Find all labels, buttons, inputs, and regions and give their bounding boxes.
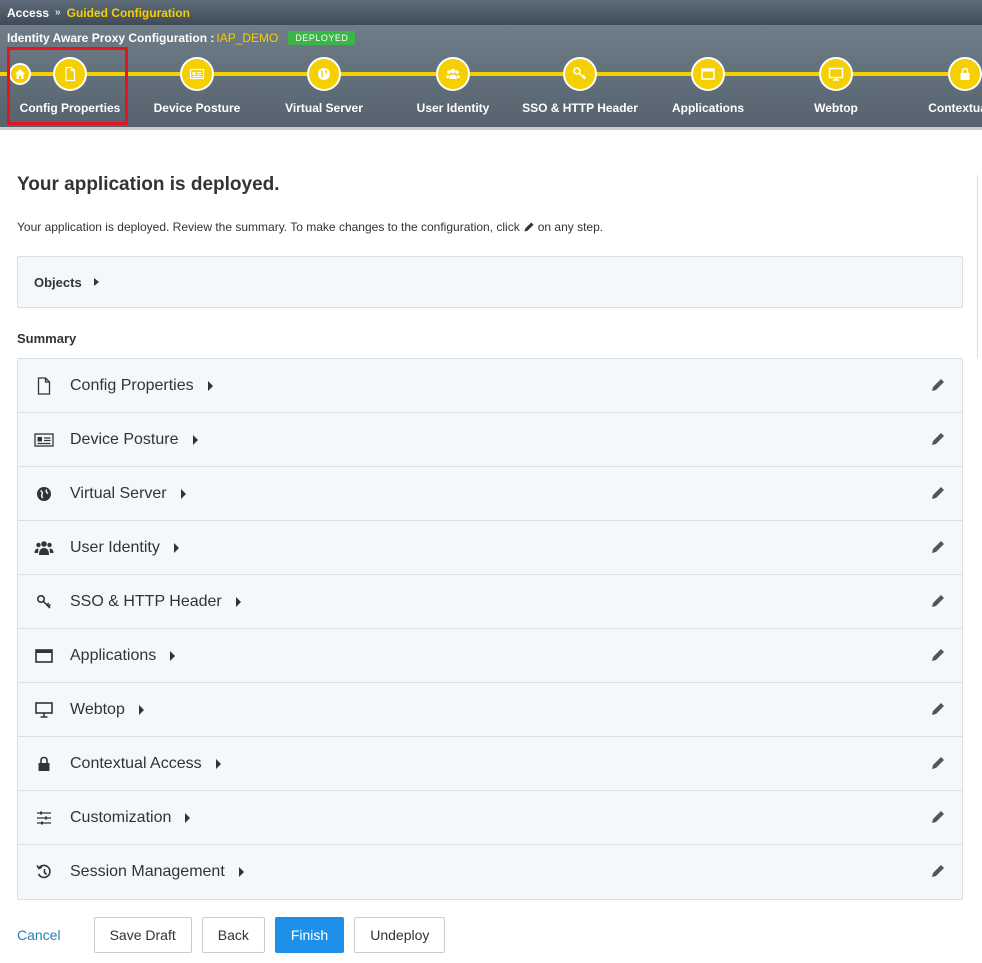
users-icon [34, 538, 54, 558]
pencil-icon[interactable] [930, 755, 946, 771]
summary-row-label: Customization [70, 808, 172, 826]
pencil-icon[interactable] [930, 863, 946, 879]
caret-right-icon [180, 488, 186, 499]
wizard-title: Identity Aware Proxy Configuration : IAP… [7, 31, 356, 45]
wizard-step-contextual-access[interactable]: Contextual A [895, 57, 982, 115]
summary-list: Config Properties Device Posture Virtual… [17, 358, 963, 900]
summary-row-label: SSO & HTTP Header [70, 592, 222, 610]
caret-right-icon [173, 542, 179, 553]
description-text-end: on any step. [537, 220, 604, 234]
globe-icon [307, 57, 341, 91]
wizard-title-text: Identity Aware Proxy Configuration : [7, 31, 215, 45]
pencil-icon[interactable] [930, 701, 946, 717]
key-icon [34, 592, 54, 612]
window-icon [34, 646, 54, 666]
globe-icon [34, 484, 54, 504]
summary-row-label: Virtual Server [70, 484, 167, 502]
caret-right-icon [138, 704, 144, 715]
id-card-icon [180, 57, 214, 91]
caret-right-icon [170, 650, 176, 661]
summary-row-label: Config Properties [70, 376, 194, 394]
summary-row-label: Applications [70, 646, 157, 664]
lock-icon [948, 57, 982, 91]
summary-row-webtop[interactable]: Webtop [18, 683, 962, 737]
footer-actions: Cancel Save Draft Back Finish Undeploy [17, 917, 455, 953]
wizard-step-label: User Identity [416, 101, 490, 115]
caret-right-icon [215, 758, 221, 769]
caret-right-icon [185, 812, 191, 823]
breadcrumb-separator: » [55, 7, 61, 18]
summary-row-session-management[interactable]: Session Management [18, 845, 962, 899]
save-draft-button[interactable]: Save Draft [93, 917, 192, 953]
sliders-icon [34, 808, 54, 828]
pencil-icon[interactable] [930, 377, 946, 393]
pencil-icon[interactable] [930, 809, 946, 825]
wizard-step-label: SSO & HTTP Header [522, 101, 638, 115]
wizard-step-applications[interactable]: Applications [638, 57, 778, 115]
summary-row-sso-http-header[interactable]: SSO & HTTP Header [18, 575, 962, 629]
caret-right-icon [192, 434, 198, 445]
page-description: Your application is deployed. Review the… [17, 220, 963, 234]
summary-row-contextual-access[interactable]: Contextual Access [18, 737, 962, 791]
cancel-link[interactable]: Cancel [17, 927, 61, 943]
page-title: Your application is deployed. [17, 174, 280, 195]
wizard-step-label: Webtop [814, 101, 858, 115]
breadcrumb: Access » Guided Configuration [0, 0, 982, 25]
scrollbar-edge [977, 175, 982, 358]
wizard-step-label: Contextual A [928, 101, 982, 115]
pencil-icon [524, 222, 534, 232]
finish-button[interactable]: Finish [274, 917, 345, 953]
summary-heading: Summary [17, 331, 77, 346]
caret-right-icon [235, 596, 241, 607]
caret-right-icon [207, 380, 213, 391]
history-icon [34, 862, 54, 882]
caret-right-icon [93, 278, 99, 286]
pencil-icon[interactable] [930, 593, 946, 609]
objects-section[interactable]: Objects [17, 256, 963, 308]
wizard-app-name: IAP_DEMO [216, 31, 279, 45]
undeploy-button[interactable]: Undeploy [354, 917, 446, 953]
summary-row-user-identity[interactable]: User Identity [18, 521, 962, 575]
summary-row-device-posture[interactable]: Device Posture [18, 413, 962, 467]
lock-icon [34, 754, 54, 774]
wizard-step-webtop[interactable]: Webtop [766, 57, 906, 115]
summary-row-customization[interactable]: Customization [18, 791, 962, 845]
pencil-icon[interactable] [930, 431, 946, 447]
current-step-highlight [7, 47, 128, 125]
objects-label: Objects [34, 274, 82, 290]
wizard-step-label: Applications [671, 101, 744, 115]
pencil-icon[interactable] [930, 539, 946, 555]
description-text: Your application is deployed. Review the… [17, 220, 520, 234]
wizard-step-device-posture[interactable]: Device Posture [127, 57, 267, 115]
summary-row-label: User Identity [70, 538, 160, 556]
status-badge: DEPLOYED [288, 31, 356, 45]
wizard-step-sso-http-header[interactable]: SSO & HTTP Header [510, 57, 650, 115]
id-card-icon [34, 430, 54, 450]
caret-right-icon [238, 867, 244, 877]
summary-row-config-properties[interactable]: Config Properties [18, 359, 962, 413]
breadcrumb-root[interactable]: Access [7, 6, 49, 20]
summary-row-virtual-server[interactable]: Virtual Server [18, 467, 962, 521]
main-content: Your application is deployed. Your appli… [17, 150, 963, 900]
document-icon [34, 376, 54, 396]
summary-row-applications[interactable]: Applications [18, 629, 962, 683]
wizard-header: Identity Aware Proxy Configuration : IAP… [0, 25, 982, 130]
summary-row-label: Device Posture [70, 430, 179, 448]
summary-row-label: Session Management [70, 863, 225, 880]
wizard-step-virtual-server[interactable]: Virtual Server [254, 57, 394, 115]
pencil-icon[interactable] [930, 647, 946, 663]
wizard-step-user-identity[interactable]: User Identity [383, 57, 523, 115]
monitor-icon [819, 57, 853, 91]
pencil-icon[interactable] [930, 485, 946, 501]
summary-row-label: Webtop [70, 700, 125, 718]
breadcrumb-current: Guided Configuration [66, 5, 190, 20]
wizard-step-label: Virtual Server [285, 101, 363, 115]
back-button[interactable]: Back [201, 917, 265, 953]
wizard-step-label: Device Posture [153, 101, 241, 115]
users-icon [436, 57, 470, 91]
monitor-icon [34, 700, 54, 720]
key-icon [563, 57, 597, 91]
summary-row-label: Contextual Access [70, 754, 202, 772]
window-icon [691, 57, 725, 91]
